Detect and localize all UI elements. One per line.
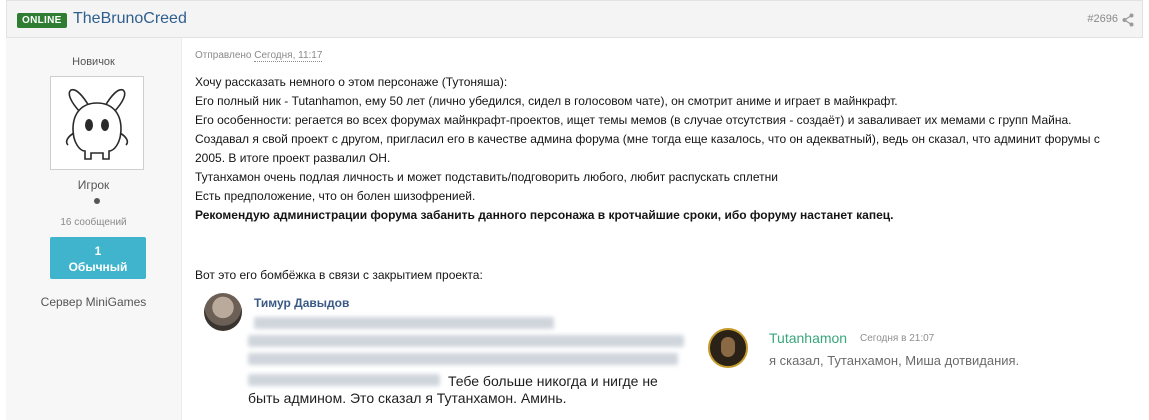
- separator-dot: [94, 198, 100, 204]
- sent-date: Сегодня, 11:17: [254, 50, 323, 62]
- server-name-link[interactable]: MiniGames: [86, 295, 147, 309]
- post-line-bold: Рекомендую администрации форума забанить…: [195, 208, 894, 222]
- level-number: 1: [94, 244, 102, 258]
- sent-label: Отправлено: [195, 50, 252, 61]
- blurred-text: [248, 335, 684, 347]
- blurred-text: [248, 374, 440, 386]
- post-line: Хочу рассказать немного о этом персонаже…: [195, 75, 508, 89]
- visible-message-line: быть админом. Это сказал я Тутанхамон. А…: [248, 390, 567, 406]
- sent-line: Отправлено Сегодня, 11:17: [195, 50, 1145, 62]
- post-line: Тутанхамон очень подлая личность и может…: [195, 170, 778, 184]
- visible-message-line: Тебе больше никогда и нигде не: [448, 373, 658, 389]
- user-role: Игрок: [77, 178, 110, 192]
- message-count: 16 сообщений: [60, 217, 127, 228]
- sender-avatar: [204, 293, 242, 331]
- server-label: Сервер: [40, 295, 83, 309]
- sender-name: Тимур Давыдов: [254, 296, 350, 310]
- screenshots-intro: Вот это его бомбёжка в связи с закрытием…: [195, 268, 483, 282]
- post-body: Хочу рассказать немного о этом персонаже…: [195, 73, 1145, 225]
- post-header: ONLINE TheBrunoCreed #2696: [6, 0, 1143, 38]
- post-line: Его полный ник - Tutanhamon, ему 50 лет …: [195, 94, 898, 108]
- sender-name: Tutanhamon: [769, 330, 848, 346]
- message-time: Сегодня в 21:07: [860, 333, 935, 344]
- rabbit-avatar-icon: [65, 88, 129, 160]
- blurred-text: [248, 353, 678, 365]
- post-line: 2005. В итоге проект развалил ОН.: [195, 151, 391, 165]
- user-sidebar: Новичок Игрок 16 сообщений 1 Обычный Сер…: [6, 38, 182, 420]
- user-rank: Новичок: [72, 56, 115, 68]
- message-text: я сказал, Тутанхамон, Миша дотвидания.: [769, 353, 1020, 368]
- avatar[interactable]: [50, 76, 144, 170]
- share-icon[interactable]: [1122, 13, 1134, 27]
- online-badge: ONLINE: [17, 13, 67, 28]
- post-line: Создавал я свой проект с другом, приглас…: [195, 132, 1100, 146]
- sender-avatar: [708, 328, 748, 368]
- post-number-link[interactable]: #2696: [1087, 13, 1118, 25]
- post-content: Отправлено Сегодня, 11:17 Хочу рассказат…: [195, 50, 1145, 225]
- blurred-text: [254, 317, 554, 329]
- server-info: Сервер MiniGames: [6, 295, 181, 309]
- level-name: Обычный: [68, 260, 128, 274]
- chat-screenshot-2: Tutanhamon Сегодня в 21:07 я сказал, Тут…: [700, 318, 1054, 380]
- post-line: Есть предположение, что он болен шизофре…: [195, 189, 476, 203]
- chat-screenshot-1: Тимур Давыдов Тебе больше никогда и нигд…: [196, 287, 704, 417]
- post-line: Его особенности: регается во всех форума…: [195, 113, 1072, 127]
- level-badge: 1 Обычный: [50, 237, 146, 279]
- username-link[interactable]: TheBrunoCreed: [73, 10, 187, 28]
